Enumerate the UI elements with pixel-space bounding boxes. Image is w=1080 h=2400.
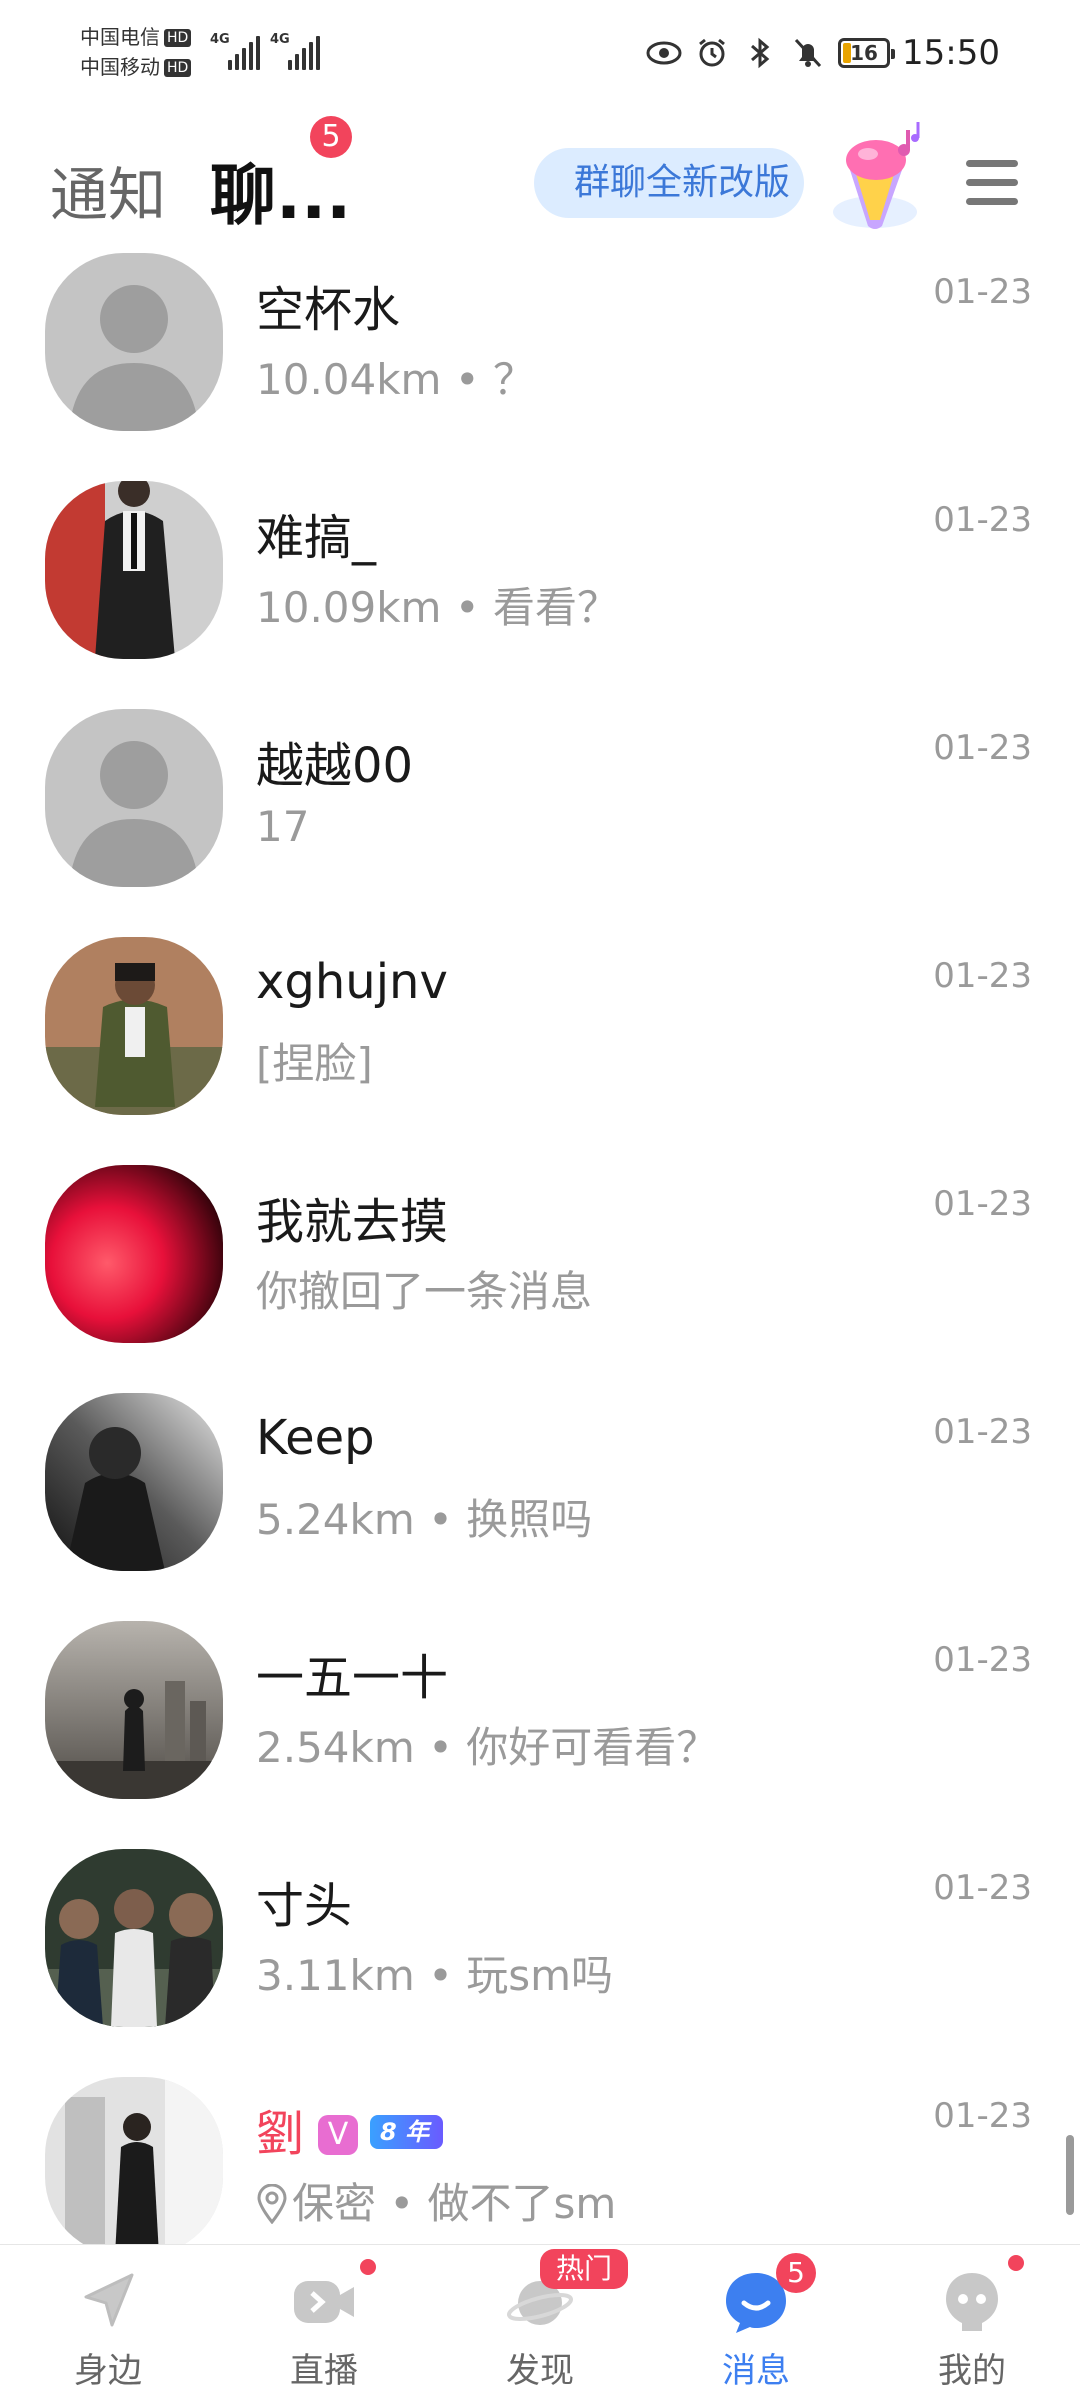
menu-icon[interactable] [960,154,1020,210]
status-bar: 中国电信 HD 中国移动 HD 4G 4G 16 15:50 [0,0,1080,100]
avatar[interactable] [45,1621,223,1799]
live-red-dot [360,2259,376,2275]
hd-badge-1: HD [164,29,192,47]
profile-red-dot [1008,2255,1024,2271]
chat-preview: 10.04km • ？ [256,355,535,404]
video-icon [294,2281,354,2323]
chat-name: Keep [256,1410,375,1466]
list-item[interactable]: 空杯水 10.04km • ？ 01-23 [0,252,1080,478]
chat-name: 一五一十 [256,1650,449,1706]
nav-item-profile[interactable]: 我的 [864,2245,1080,2400]
list-item[interactable]: 我就去摸 你撤回了一条消息 01-23 [0,1162,1080,1390]
chat-list[interactable]: 空杯水 10.04km • ？ 01-23 难搞_ 10.09km • 看看？ … [0,252,1080,2244]
scrollbar-thumb[interactable] [1066,2135,1074,2215]
chat-unread-badge: 5 [310,116,352,158]
carrier-2: 中国移动 [80,55,160,79]
chat-preview: 17 [256,802,310,851]
year-badge: 8 年 [370,2115,444,2149]
chat-name: 我就去摸 [256,1194,449,1250]
status-icons: 16 15:50 [646,28,1000,78]
bluetooth-icon [742,35,778,71]
avatar[interactable] [45,1165,223,1343]
chat-time: 01-23 [933,500,1032,540]
chat-name: 劉 [256,2106,305,2162]
list-item[interactable]: 难搞_ 10.09km • 看看？ 01-23 [0,478,1080,706]
nav-item-nearby[interactable]: 身边 [0,2245,216,2400]
list-item[interactable]: 一五一十 2.54km • 你好可看看？ 01-23 [0,1618,1080,1846]
nav-label: 消息 [722,2351,790,2391]
chat-time: 01-23 [933,2096,1032,2136]
chat-preview: 你撤回了一条消息 [256,1267,593,1316]
top-header: 通知 聊... 5 群聊全新改版 [0,100,1080,250]
chat-preview: 2.54km • 你好可看看？ [256,1723,719,1772]
chat-time: 01-23 [933,272,1032,312]
network-type-1: 4G [210,32,230,47]
chat-preview: 5.24km • 换照吗 [256,1495,593,1544]
nav-label: 身边 [74,2351,142,2391]
list-item[interactable]: 越越00 17 01-23 [0,706,1080,934]
clock: 15:50 [902,33,1000,73]
location-arrow-icon [84,2273,134,2327]
bottom-nav: 身边 直播 热门 发现 5 消息 我的 [0,2244,1080,2400]
chat-time: 01-23 [933,1412,1032,1452]
nav-label: 发现 [506,2351,574,2391]
chat-time: 01-23 [933,728,1032,768]
mascot-icon[interactable] [820,120,930,240]
nav-label: 我的 [938,2351,1006,2391]
chat-preview-row: 保密 • 做不了sm [256,2170,616,2231]
chat-name: 越越00 [256,738,414,794]
chat-name: 难搞_ [256,510,377,566]
avatar[interactable] [45,709,223,887]
mute-icon [790,35,826,71]
chat-time: 01-23 [933,1868,1032,1908]
nav-item-discover[interactable]: 热门 发现 [432,2245,648,2400]
chat-time: 01-23 [933,1640,1032,1680]
battery-indicator: 16 [838,38,896,68]
nav-item-messages[interactable]: 5 消息 [648,2245,864,2400]
battery-level: 16 [850,41,878,65]
chat-name-vip: 劉V 8 年 [256,2094,444,2164]
list-item[interactable]: 寸头 3.11km • 玩sm吗 01-23 [0,1846,1080,2074]
chat-preview: 保密 • 做不了sm [292,2179,617,2228]
carrier-1: 中国电信 [80,25,160,49]
chat-name: 空杯水 [256,282,401,338]
profile-icon [946,2273,998,2331]
avatar[interactable] [45,253,223,431]
chat-preview: [捏脸] [256,1039,373,1088]
avatar[interactable] [45,1849,223,2027]
list-item[interactable]: Keep 5.24km • 换照吗 01-23 [0,1390,1080,1618]
avatar[interactable] [45,1393,223,1571]
group-chat-promo-button[interactable]: 群聊全新改版 [534,148,804,218]
hot-badge: 热门 [540,2249,628,2289]
list-item[interactable]: xghujnv [捏脸] 01-23 [0,934,1080,1162]
alarm-icon [694,35,730,71]
chat-name: xghujnv [256,954,448,1010]
eye-icon [646,35,682,71]
signal-2-icon: 4G [270,32,320,70]
chat-time: 01-23 [933,1184,1032,1224]
nav-label: 直播 [290,2351,358,2391]
tab-notice[interactable]: 通知 [50,148,166,232]
hd-badge-2: HD [164,59,192,77]
avatar[interactable] [45,2077,223,2244]
avatar[interactable] [45,481,223,659]
chat-preview: 3.11km • 玩sm吗 [256,1951,614,2000]
list-item[interactable]: 劉V 8 年 保密 • 做不了sm 01-23 [0,2074,1080,2244]
vip-badge: V [318,2115,359,2155]
chat-time: 01-23 [933,956,1032,996]
avatar[interactable] [45,937,223,1115]
chat-name: 寸头 [256,1878,353,1934]
nav-item-live[interactable]: 直播 [216,2245,432,2400]
location-pin-icon [257,2184,287,2224]
signal-1-icon: 4G [210,32,260,70]
carrier-info: 中国电信 HD 中国移动 HD [80,22,192,82]
messages-unread-badge: 5 [776,2253,816,2293]
chat-preview: 10.09km • 看看？ [256,583,619,632]
network-type-2: 4G [270,32,290,47]
